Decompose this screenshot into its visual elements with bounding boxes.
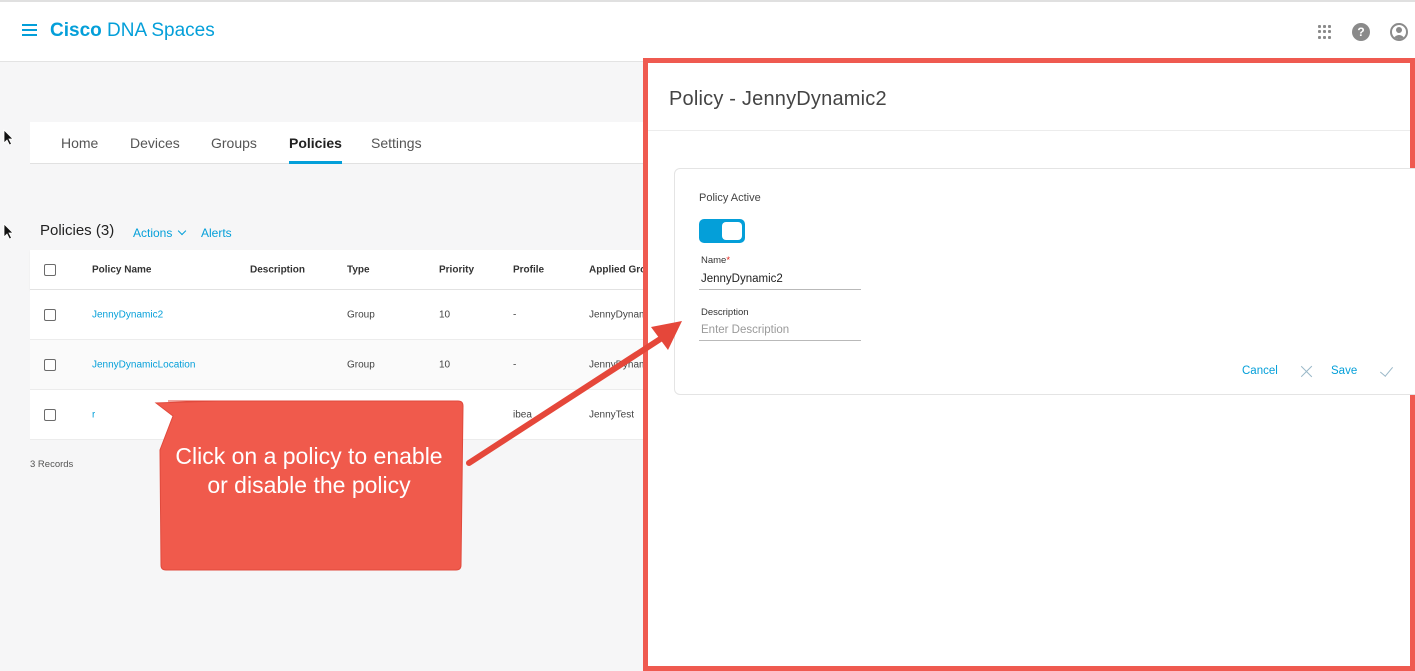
annotation-arrow-shaft — [466, 331, 671, 466]
annotation-arrow-head — [651, 321, 682, 350]
annotation-overlay — [154, 321, 682, 571]
callout-text: Click on a policy to enable or disable t… — [175, 443, 443, 498]
